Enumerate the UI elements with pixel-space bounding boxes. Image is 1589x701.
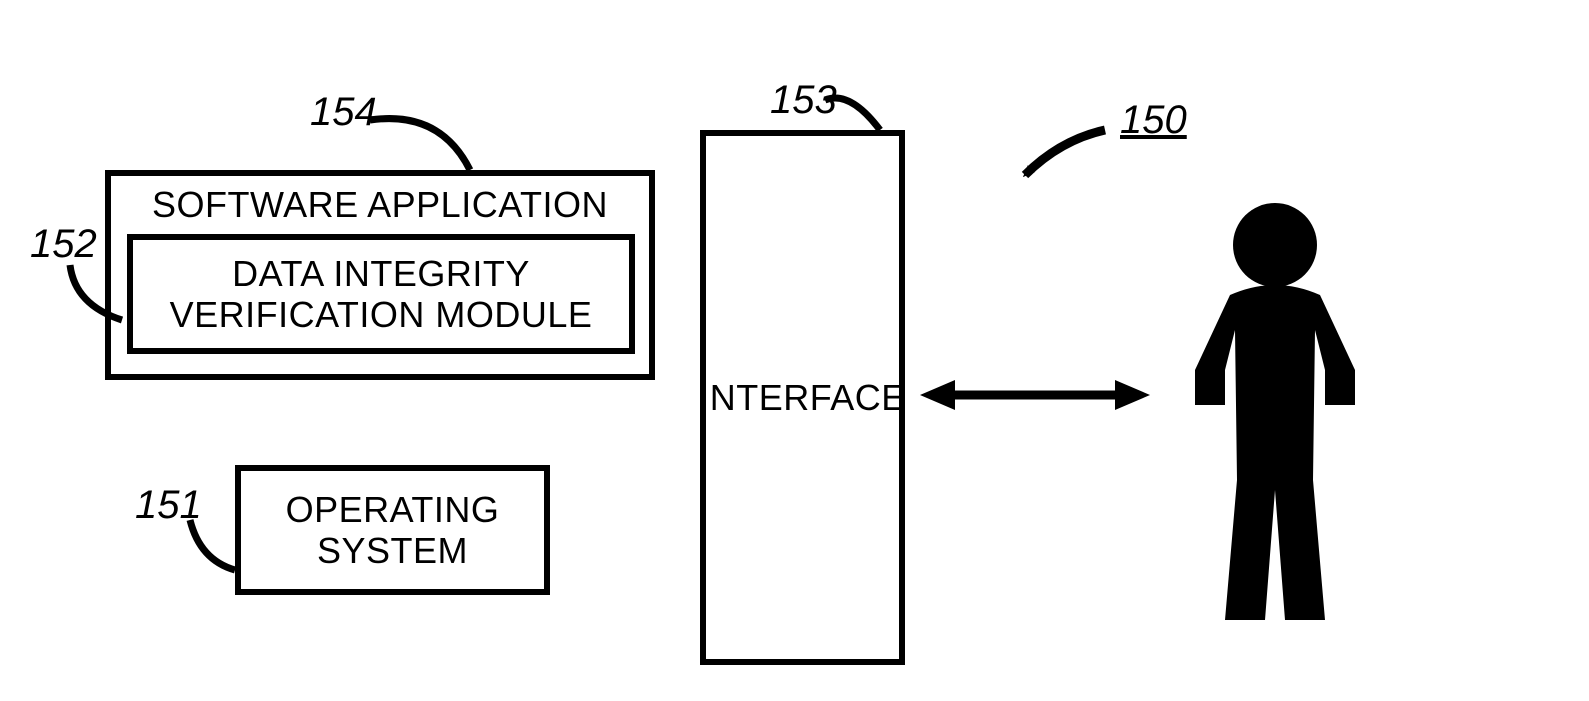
arrow-left-head [920,380,955,410]
data-integrity-text: DATA INTEGRITY VERIFICATION MODULE [133,240,629,348]
data-integrity-box: DATA INTEGRITY VERIFICATION MODULE [127,234,635,354]
leader-150-arrow [1025,130,1105,175]
software-application-box: SOFTWARE APPLICATION DATA INTEGRITY VERI… [105,170,655,380]
interface-box: INTERFACE [700,130,905,665]
operating-line2: SYSTEM [317,530,468,571]
leader-154 [370,119,470,170]
label-152: 152 [30,222,97,267]
diagram-stage: 154 152 151 153 150 SOFTWARE APPLICATION… [0,0,1589,701]
person-icon [1195,203,1355,620]
operating-line1: OPERATING [286,489,500,530]
label-151: 151 [135,483,202,528]
interface-text: INTERFACE [706,136,899,659]
data-integrity-line1: DATA INTEGRITY [232,253,530,294]
label-153: 153 [770,78,837,123]
arrow-right-head [1115,380,1150,410]
software-application-title: SOFTWARE APPLICATION [111,184,649,226]
label-150: 150 [1120,98,1187,143]
data-integrity-line2: VERIFICATION MODULE [170,294,593,335]
operating-system-box: OPERATING SYSTEM [235,465,550,595]
operating-system-text: OPERATING SYSTEM [241,471,544,589]
label-154: 154 [310,90,377,135]
